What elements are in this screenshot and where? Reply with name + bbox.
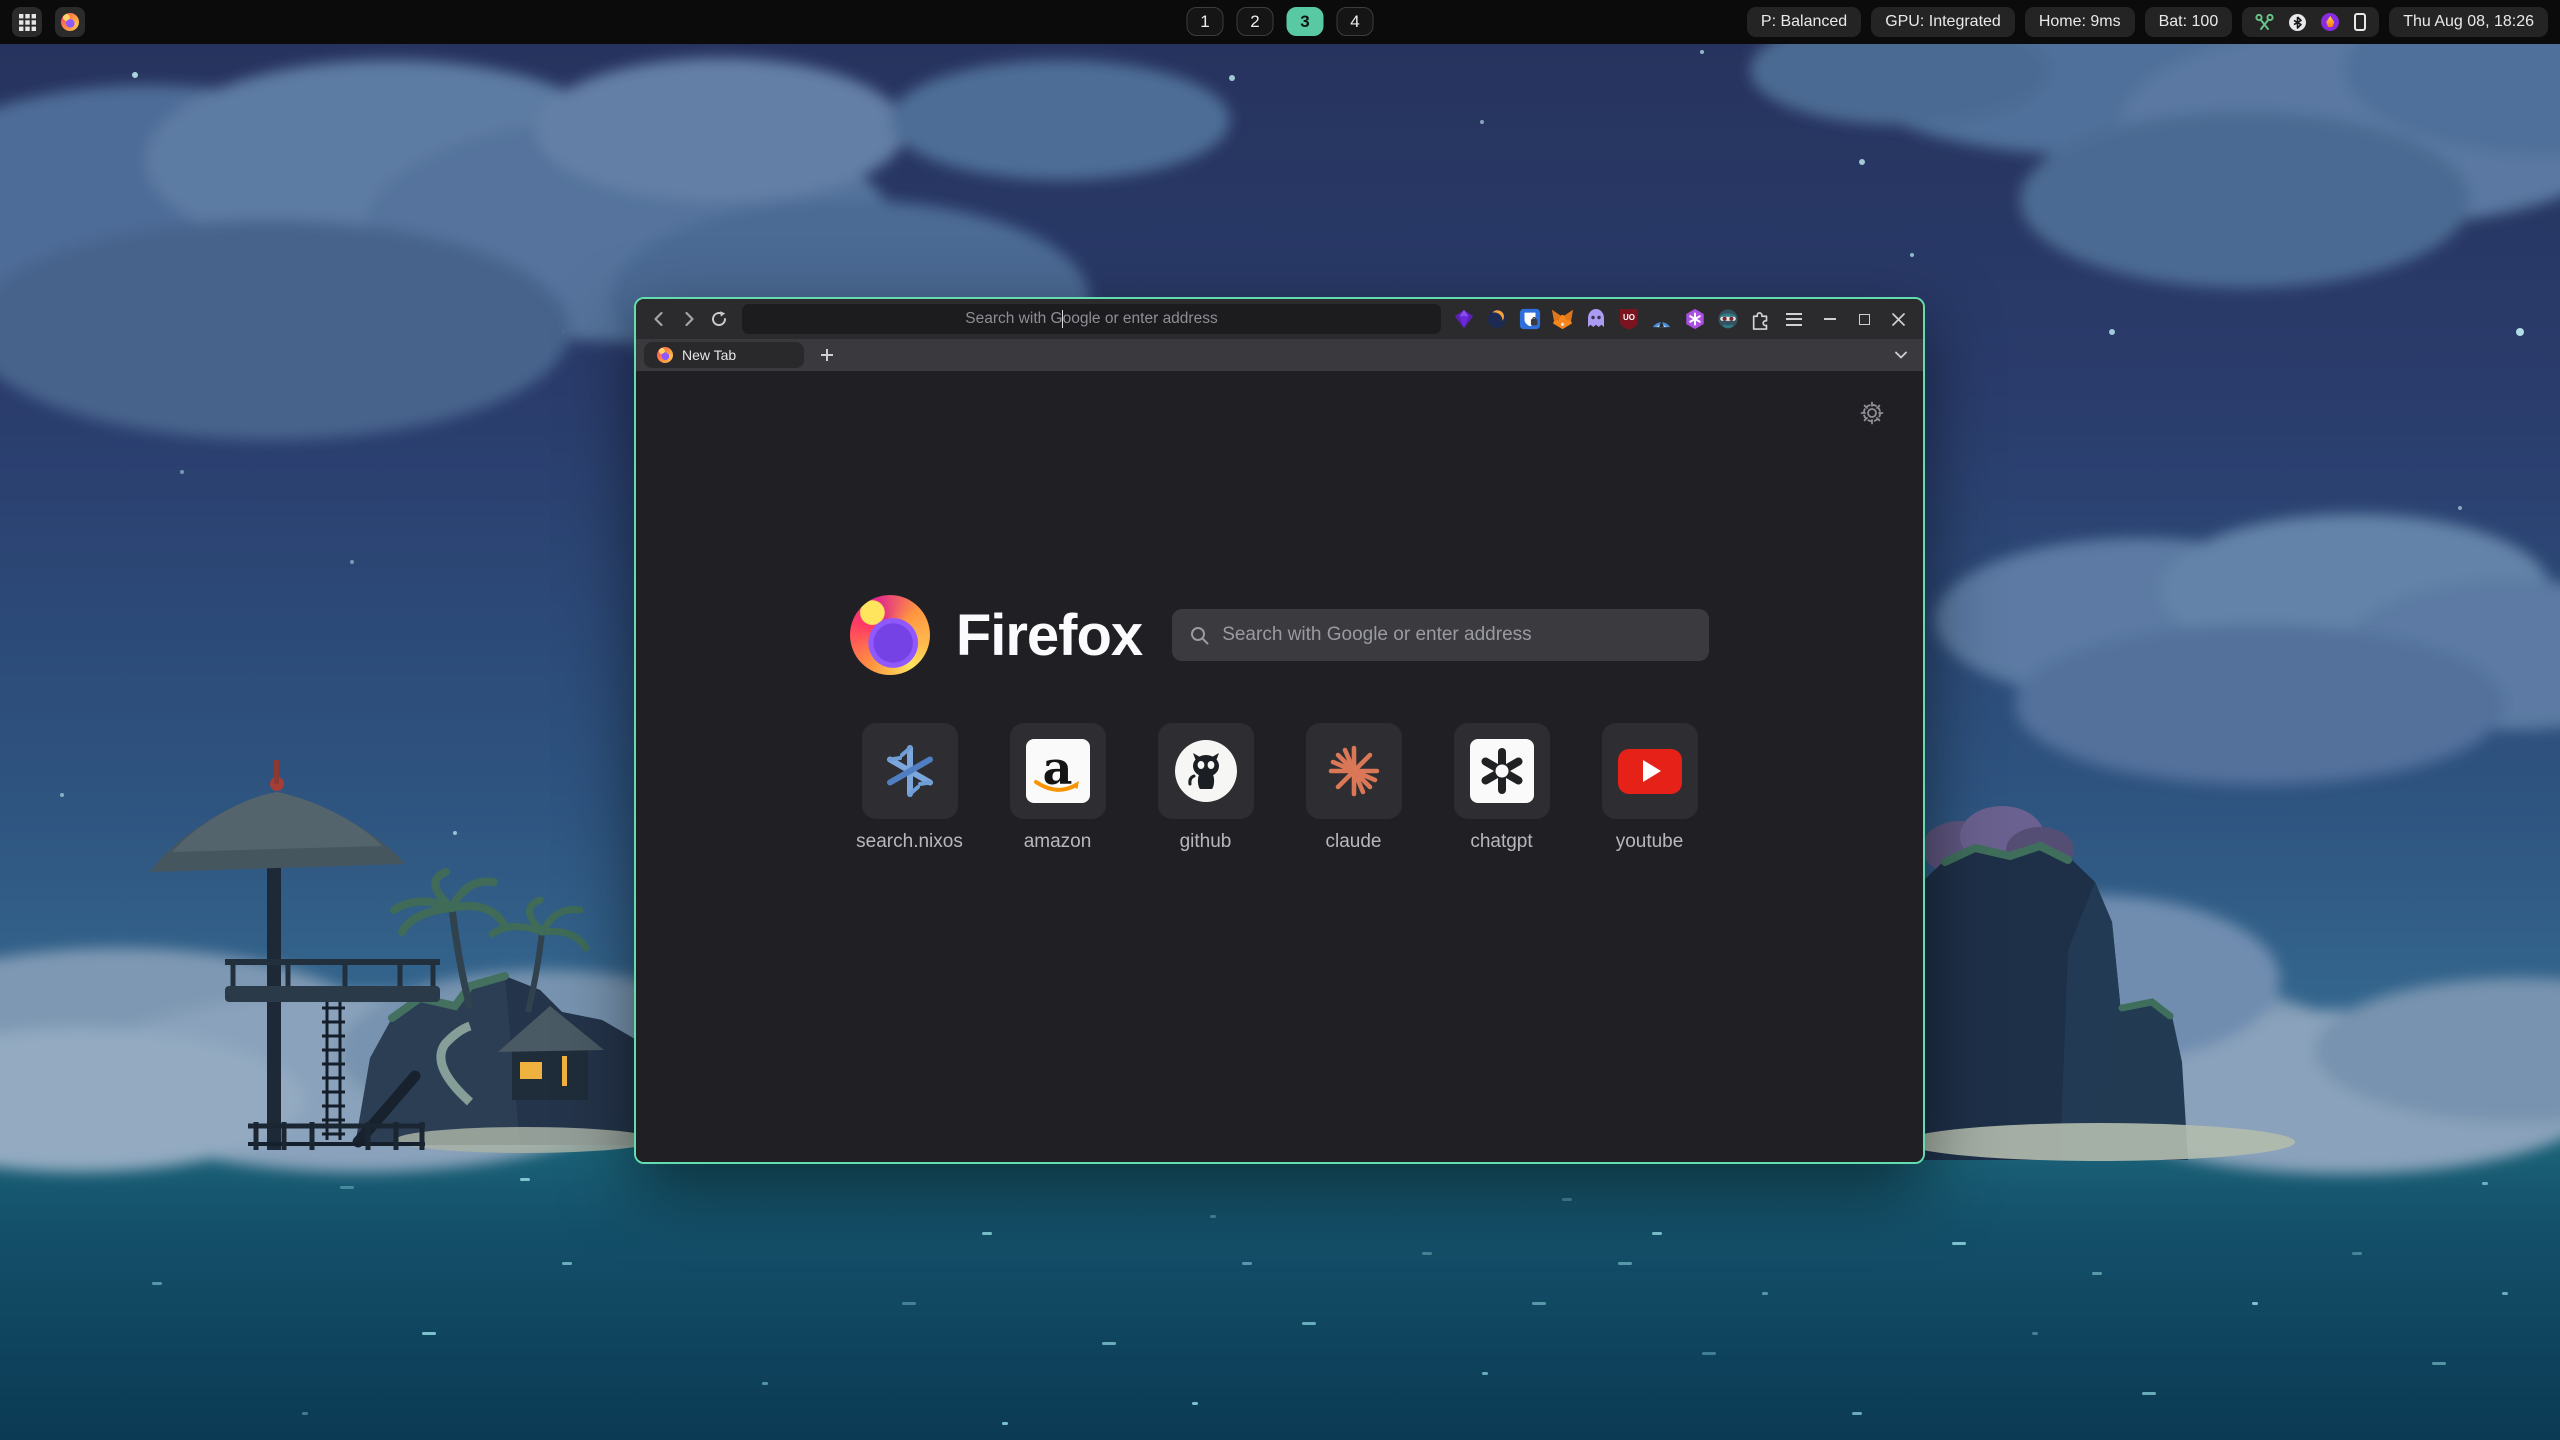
shortcut-amazon[interactable]: a [1010, 723, 1106, 819]
shortcut-youtube[interactable] [1602, 723, 1698, 819]
text-caret [1062, 310, 1064, 328]
firefox-tab-icon [657, 347, 673, 363]
firefox-logo [850, 595, 930, 675]
newtab-page: Firefox Search with Google or enter addr… [636, 371, 1923, 1162]
openai-knot-icon [1470, 739, 1534, 803]
puzzle-icon [1750, 308, 1772, 330]
maximize-button[interactable] [1847, 304, 1881, 334]
desktop: 1 2 3 4 P: Balanced GPU: Integrated Home… [0, 0, 2560, 1440]
tab-new-tab[interactable]: New Tab [644, 342, 804, 368]
shortcuts-row: search.nixos a amazon [636, 723, 1923, 853]
flameshot-icon[interactable] [2321, 13, 2339, 31]
firefox-launcher-button[interactable] [55, 7, 85, 37]
new-tab-button[interactable] [814, 342, 840, 368]
shortcut-chatgpt[interactable] [1454, 723, 1550, 819]
svg-text:UO: UO [1623, 313, 1635, 322]
search-placeholder: Search with Google or enter address [1222, 624, 1531, 646]
tab-strip: New Tab [636, 339, 1923, 371]
battery-status: Bat: 100 [2145, 7, 2233, 37]
firefox-icon [61, 13, 79, 31]
close-button[interactable] [1881, 304, 1915, 334]
shortcut-claude[interactable] [1306, 723, 1402, 819]
chevron-left-icon [651, 311, 667, 327]
newtab-search-input[interactable]: Search with Google or enter address [1172, 609, 1709, 661]
shortcut-label: search.nixos [856, 831, 963, 853]
navigation-toolbar: Search with Google or enter address [636, 299, 1923, 339]
url-placeholder: Search with Google or enter address [965, 310, 1217, 328]
extension-ghostery-icon[interactable] [1581, 305, 1610, 334]
shortcut-label: amazon [1024, 831, 1092, 853]
nixos-snowflake-icon [882, 743, 938, 799]
extension-spy-avatar-icon[interactable] [1713, 305, 1742, 334]
extensions-puzzle-button[interactable] [1746, 305, 1775, 334]
close-icon [1892, 313, 1905, 326]
topbar: 1 2 3 4 P: Balanced GPU: Integrated Home… [0, 0, 2560, 44]
claude-starburst-icon [1327, 744, 1381, 798]
extension-nordvpn-icon[interactable] [1647, 305, 1676, 334]
extension-hex-asterisk-icon[interactable] [1680, 305, 1709, 334]
ping-status: Home: 9ms [2025, 7, 2135, 37]
apps-grid-icon [19, 14, 36, 31]
system-tray [2242, 7, 2379, 37]
newtab-hero: Firefox Search with Google or enter addr… [636, 595, 1923, 675]
forward-button[interactable] [674, 304, 704, 334]
scissors-icon[interactable] [2255, 13, 2274, 32]
minimize-icon [1824, 318, 1836, 320]
clock: Thu Aug 08, 18:26 [2389, 7, 2548, 37]
extension-moon-orange-icon[interactable] [1482, 305, 1511, 334]
maximize-icon [1859, 314, 1870, 325]
workspace-2[interactable]: 2 [1237, 7, 1274, 36]
chevron-down-icon [1895, 351, 1907, 359]
search-icon [1190, 626, 1209, 645]
minimize-button[interactable] [1813, 304, 1847, 334]
extension-gem-icon[interactable] [1449, 305, 1478, 334]
chevron-right-icon [681, 311, 697, 327]
app-launcher-button[interactable] [12, 7, 42, 37]
power-profile-status: P: Balanced [1747, 7, 1861, 37]
window-controls [1813, 304, 1915, 334]
reload-button[interactable] [704, 304, 734, 334]
shortcut-label: github [1180, 831, 1232, 853]
personalize-gear-button[interactable] [1857, 399, 1887, 429]
bluetooth-icon[interactable] [2289, 14, 2306, 31]
extension-icons-row: UO [1449, 305, 1775, 334]
shortcut-label: youtube [1616, 831, 1684, 853]
workspace-3-active[interactable]: 3 [1287, 7, 1324, 36]
back-button[interactable] [644, 304, 674, 334]
gear-icon [1859, 400, 1885, 426]
workspace-switcher: 1 2 3 4 [1187, 7, 1374, 36]
hamburger-menu-button[interactable] [1779, 313, 1809, 326]
gpu-status: GPU: Integrated [1871, 7, 2015, 37]
reload-icon [710, 310, 728, 328]
amazon-icon: a [1026, 739, 1090, 803]
youtube-play-icon [1618, 749, 1682, 794]
extension-ublock-origin-icon[interactable]: UO [1614, 305, 1643, 334]
shortcut-search-nixos[interactable] [862, 723, 958, 819]
tab-title: New Tab [682, 347, 736, 363]
workspace-4[interactable]: 4 [1337, 7, 1374, 36]
workspace-1[interactable]: 1 [1187, 7, 1224, 36]
firefox-wordmark: Firefox [956, 602, 1142, 669]
shortcut-label: claude [1326, 831, 1382, 853]
shortcut-label: chatgpt [1470, 831, 1532, 853]
phone-icon[interactable] [2354, 13, 2366, 31]
extension-metamask-icon[interactable] [1548, 305, 1577, 334]
github-octocat-icon [1175, 740, 1237, 802]
extension-bitwarden-icon[interactable] [1515, 305, 1544, 334]
shortcut-github[interactable] [1158, 723, 1254, 819]
url-bar[interactable]: Search with Google or enter address [742, 304, 1441, 334]
firefox-window: Search with Google or enter address [634, 297, 1925, 1164]
all-tabs-chevron-button[interactable] [1887, 342, 1915, 368]
